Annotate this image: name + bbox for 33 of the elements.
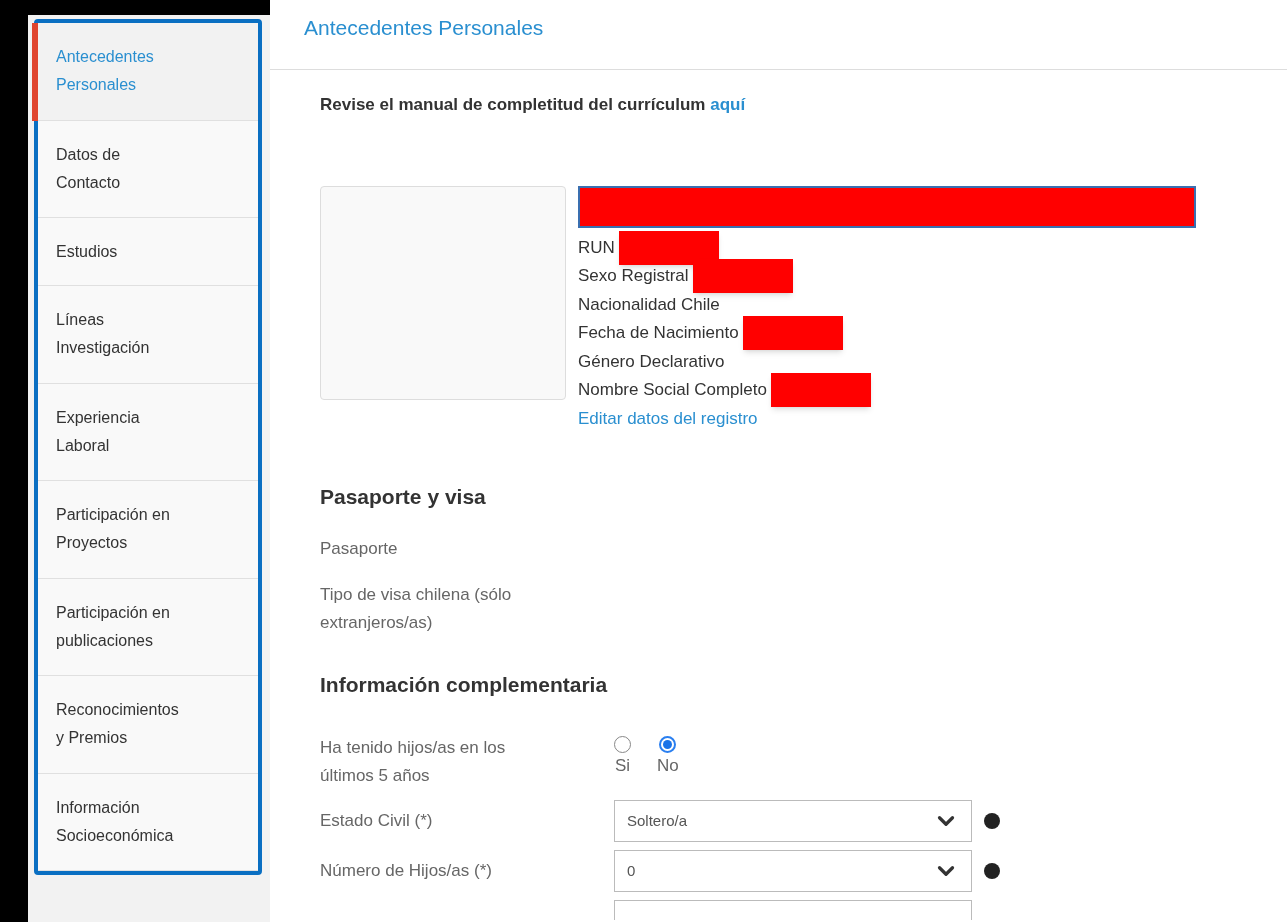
sidebar-item[interactable]: Participación en Proyectos — [38, 481, 258, 579]
dropdown-field[interactable] — [614, 900, 972, 920]
field-label: Tipo de visa chilena (sólo extranjeros/as) — [320, 583, 513, 634]
field-label: Estado Civil (*) — [320, 810, 434, 833]
sidebar-item[interactable]: Información Socioeconómica — [38, 773, 258, 871]
manual-notice: Revise el manual de completitud del currículum aquí — [320, 94, 747, 116]
radio-option[interactable]: No — [657, 736, 679, 790]
dropdown-field[interactable]: Soltero/a — [614, 800, 972, 842]
profile-field: Género Declarativo — [578, 347, 725, 376]
sidebar-item[interactable]: Reconocimientos y Premios — [38, 676, 258, 774]
field-label: Número de Hijos/as (*) — [320, 860, 493, 883]
radio-button[interactable] — [659, 736, 677, 753]
page-title: Antecedentes Personales — [304, 16, 544, 39]
dropdown-field[interactable]: 0 — [614, 850, 972, 892]
profile-field: Nacionalidad Chile — [578, 290, 720, 319]
field-label: Pasaporte — [320, 537, 399, 560]
section-title: Pasaporte y visa — [320, 484, 487, 510]
profile-field: Fecha de Nacimiento — [578, 319, 739, 348]
profile-field: RUN — [578, 233, 615, 262]
sidebar-item[interactable]: Experiencia Laboral — [38, 383, 258, 481]
help-icon[interactable] — [984, 863, 1000, 879]
sidebar-item[interactable]: Líneas Investigación — [38, 286, 258, 384]
edit-registry-link[interactable]: Editar datos del registro — [578, 404, 1196, 433]
section-title: Información complementaria — [320, 671, 609, 698]
sidebar-item[interactable]: Datos de Contacto — [38, 120, 258, 218]
profile-field: Nombre Social Completo — [578, 376, 767, 405]
radio-option[interactable]: Si — [614, 736, 631, 790]
profile-field: Sexo Registral — [578, 262, 689, 291]
field-label: Ha tenido hijos/as en los últimos 5 años — [320, 737, 507, 787]
help-icon[interactable] — [984, 813, 1000, 829]
manual-link[interactable]: aquí — [710, 95, 746, 114]
sidebar-item[interactable]: Estudios — [38, 218, 258, 286]
sidebar-item[interactable]: Participación en publicaciones — [38, 578, 258, 676]
